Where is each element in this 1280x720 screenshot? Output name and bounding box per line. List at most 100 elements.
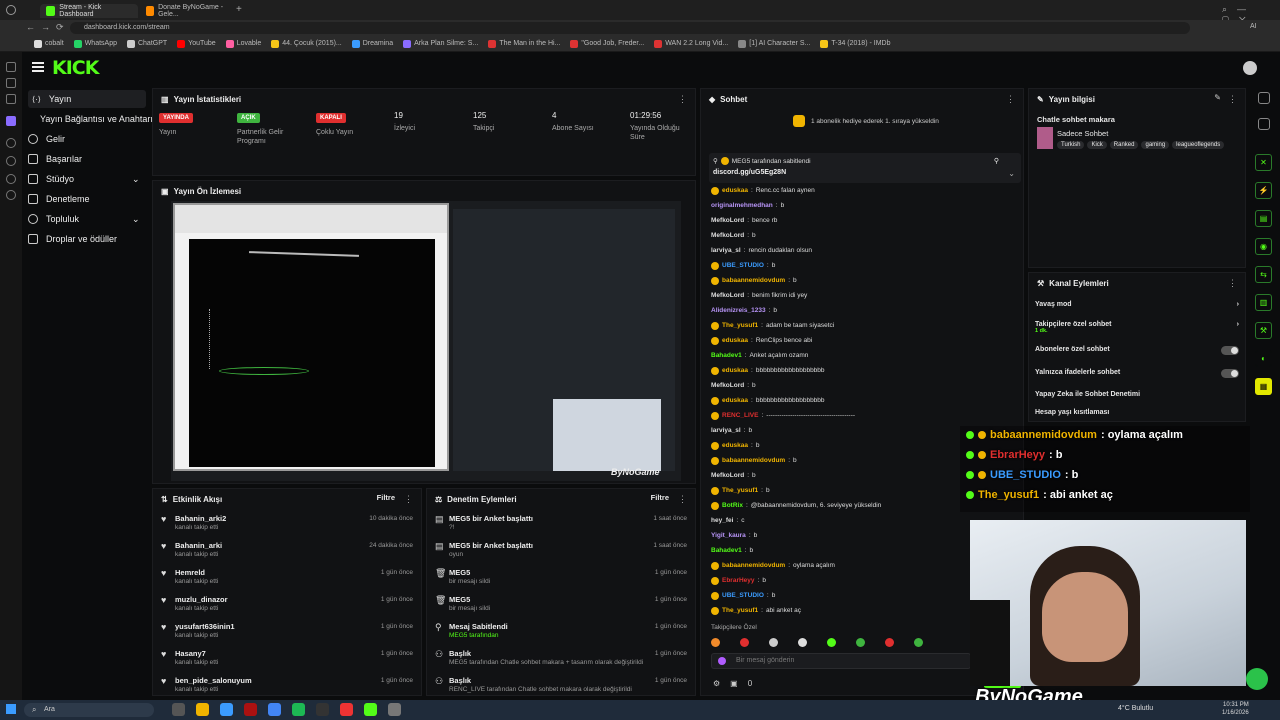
bookmark-item[interactable]: WAN 2.2 Long Vid... bbox=[654, 39, 728, 48]
sidebar-item-gelir[interactable]: Gelir bbox=[28, 130, 148, 148]
bookmark-item[interactable]: ChatGPT bbox=[126, 39, 167, 48]
clock[interactable]: 10:31 PM 1/16/2026 bbox=[1222, 701, 1249, 717]
chat-username[interactable]: Alidenizreis_1233 bbox=[711, 307, 766, 314]
more-options-icon[interactable]: ⋮ bbox=[404, 494, 413, 505]
filter-button[interactable]: Filtre bbox=[651, 493, 669, 502]
kick-logo[interactable]: KICK bbox=[52, 57, 99, 79]
chat-username[interactable]: Bahadev1 bbox=[711, 352, 742, 359]
chat-username[interactable]: eduskaa bbox=[722, 367, 748, 374]
wallet-icon[interactable]: ▣ bbox=[730, 679, 738, 688]
sidebar-item-yayin[interactable]: ⟨·⟩ Yayın bbox=[28, 90, 146, 108]
emote-icon[interactable] bbox=[798, 637, 807, 647]
toggle-switch[interactable] bbox=[1221, 369, 1239, 378]
chat-username[interactable]: MefkoLord bbox=[711, 292, 744, 299]
side-tool-button[interactable]: ⇆ bbox=[1255, 266, 1272, 283]
emote-icon[interactable] bbox=[711, 637, 720, 647]
chat-username[interactable]: UBE_STUDIO bbox=[722, 262, 764, 269]
bookmark-item[interactable]: Lovable bbox=[225, 39, 261, 48]
tag[interactable]: Turkish bbox=[1057, 141, 1085, 149]
emote-icon[interactable] bbox=[885, 637, 894, 647]
hamburger-menu-icon[interactable] bbox=[32, 62, 44, 64]
bookmark-item[interactable]: The Man in the Hi... bbox=[488, 39, 560, 48]
chat-username[interactable]: MefkoLord bbox=[711, 382, 744, 389]
unpin-icon[interactable]: ⚲ bbox=[994, 157, 999, 165]
app-icon[interactable] bbox=[388, 703, 401, 716]
side-tool-button[interactable]: ⚡ bbox=[1255, 182, 1272, 199]
chat-username[interactable]: eduskaa bbox=[722, 187, 748, 194]
rail-icon[interactable] bbox=[6, 174, 16, 184]
emote-icon[interactable] bbox=[914, 637, 923, 647]
app-icon[interactable] bbox=[244, 703, 257, 716]
more-options-icon[interactable]: ⋮ bbox=[678, 494, 687, 505]
sidebar-item-studyo[interactable]: Stüdyo ⌄ bbox=[28, 170, 148, 188]
bookmark-item[interactable]: [1] AI Character S... bbox=[738, 39, 810, 48]
file-explorer-icon[interactable] bbox=[196, 703, 209, 716]
browser-menu-icon[interactable] bbox=[6, 5, 16, 15]
action-slow-mode[interactable]: Yavaş mod › bbox=[1035, 301, 1239, 308]
rail-icon[interactable] bbox=[6, 138, 16, 148]
chat-username[interactable]: Yigit_kaura bbox=[711, 532, 746, 539]
pinned-message[interactable]: ⚲ MEG5 tarafından sabitlendi discord.gg/u… bbox=[709, 153, 1021, 183]
bookmark-item[interactable]: YouTube bbox=[177, 39, 216, 48]
emote-icon[interactable] bbox=[856, 637, 865, 647]
bookmark-item[interactable]: 44. Çocuk (2015)... bbox=[271, 39, 342, 48]
rail-icon[interactable] bbox=[6, 94, 16, 104]
sidebar-item-denetleme[interactable]: Denetleme bbox=[28, 190, 148, 208]
chat-username[interactable]: BotRix bbox=[722, 502, 743, 509]
bookmark-item[interactable]: cobalt bbox=[34, 39, 64, 48]
app-icon[interactable] bbox=[364, 703, 377, 716]
action-subscribers-only[interactable]: Abonelere özel sohbet bbox=[1035, 346, 1239, 355]
side-tool-button[interactable]: ⚒ bbox=[1255, 322, 1272, 339]
more-options-icon[interactable]: ⋮ bbox=[678, 94, 687, 105]
chat-username[interactable]: UBE_STUDIO bbox=[722, 592, 764, 599]
chat-username[interactable]: babaannemidovdum bbox=[722, 457, 785, 464]
tool-icon[interactable] bbox=[1258, 92, 1270, 104]
chat-username[interactable]: eduskaa bbox=[722, 397, 748, 404]
chat-username[interactable]: Bahadev1 bbox=[711, 547, 742, 554]
rail-icon[interactable] bbox=[6, 190, 16, 200]
chat-username[interactable]: babaannemidovdum bbox=[722, 562, 785, 569]
tag[interactable]: Kick bbox=[1087, 141, 1107, 149]
chat-username[interactable]: RENC_LIVE bbox=[722, 412, 758, 419]
support-button[interactable] bbox=[1246, 668, 1268, 690]
bookmark-item[interactable]: Dreamina bbox=[351, 39, 393, 48]
rail-icon[interactable] bbox=[6, 116, 16, 126]
chat-username[interactable]: originalmehmedhan bbox=[711, 202, 773, 209]
side-tool-button[interactable]: ◐ bbox=[1255, 350, 1272, 367]
chat-username[interactable]: The_yusuf1 bbox=[722, 607, 758, 614]
chat-username[interactable]: MefkoLord bbox=[711, 217, 744, 224]
toggle-switch[interactable] bbox=[1221, 346, 1239, 355]
new-tab-button[interactable]: + bbox=[236, 4, 242, 15]
profile-label[interactable]: AI bbox=[1250, 23, 1257, 30]
edit-icon[interactable]: ✎ bbox=[1214, 93, 1221, 102]
bookmark-item[interactable]: "Good Job, Freder... bbox=[570, 39, 644, 48]
start-button-icon[interactable] bbox=[6, 704, 16, 714]
sidebar-item-basarilar[interactable]: Başarılar bbox=[28, 150, 148, 168]
more-options-icon[interactable]: ⋮ bbox=[1228, 278, 1237, 289]
obs-icon[interactable] bbox=[316, 703, 329, 716]
filter-button[interactable]: Filtre bbox=[377, 493, 395, 502]
chat-username[interactable]: eduskaa bbox=[722, 442, 748, 449]
chat-username[interactable]: MefkoLord bbox=[711, 472, 744, 479]
weather-widget[interactable]: 4°C Bulutlu bbox=[1118, 705, 1153, 712]
task-view-icon[interactable] bbox=[172, 703, 185, 716]
chat-input[interactable]: Bir mesaj gönderin bbox=[711, 653, 971, 669]
tag[interactable]: Ranked bbox=[1109, 141, 1139, 149]
chat-username[interactable]: MefkoLord bbox=[711, 232, 744, 239]
side-tool-button[interactable]: ▥ bbox=[1255, 294, 1272, 311]
chevron-down-icon[interactable]: ⌄ bbox=[1008, 169, 1015, 178]
chat-username[interactable]: The_yusuf1 bbox=[722, 322, 758, 329]
side-tool-button[interactable]: ◉ bbox=[1255, 238, 1272, 255]
rail-icon[interactable] bbox=[6, 62, 16, 72]
action-ai-moderation[interactable]: Yapay Zeka ile Sohbet Denetimi bbox=[1035, 391, 1239, 398]
chrome-icon[interactable] bbox=[268, 703, 281, 716]
emote-icon[interactable] bbox=[769, 637, 778, 647]
more-options-icon[interactable]: ⋮ bbox=[1228, 94, 1237, 105]
tag[interactable]: leagueoflegends bbox=[1172, 141, 1225, 149]
taskbar-search[interactable]: ⌕ Ara bbox=[24, 703, 154, 717]
tool-icon[interactable] bbox=[1258, 118, 1270, 130]
rail-icon[interactable] bbox=[6, 78, 16, 88]
side-tool-button[interactable]: ✕ bbox=[1255, 154, 1272, 171]
sidebar-item-stream-key[interactable]: Yayın Bağlantısı ve Anahtarı bbox=[40, 110, 160, 128]
tag[interactable]: gaming bbox=[1141, 141, 1170, 149]
